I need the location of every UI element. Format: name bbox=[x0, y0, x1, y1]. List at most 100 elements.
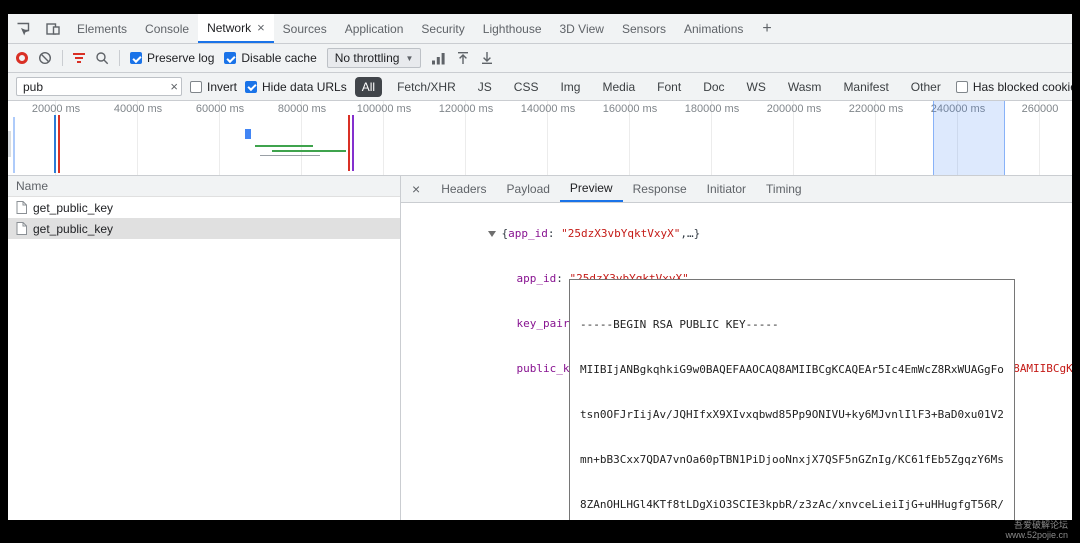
import-har-icon[interactable] bbox=[456, 51, 470, 65]
timeline-tick: 160000 ms bbox=[603, 101, 657, 175]
network-overview-timeline[interactable]: 20000 ms 40000 ms 60000 ms 80000 ms 1000… bbox=[8, 101, 1072, 176]
tab-label: Application bbox=[344, 21, 404, 36]
type-filter-wasm[interactable]: Wasm bbox=[781, 77, 829, 97]
document-icon bbox=[16, 222, 27, 235]
tab-network[interactable]: Network × bbox=[198, 14, 274, 43]
request-row-selected[interactable]: get_public_key bbox=[8, 218, 400, 239]
throttling-select[interactable]: No throttling ▼ bbox=[326, 48, 422, 68]
tab-3d-view[interactable]: 3D View bbox=[551, 14, 613, 43]
requests-pane: Name get_public_key get_public_key bbox=[8, 176, 401, 520]
devtools-tab-bar: Elements Console Network × Sources Appli… bbox=[8, 14, 1072, 44]
disable-cache-checkbox[interactable]: Disable cache bbox=[224, 51, 317, 65]
timeline-selection-region[interactable] bbox=[933, 101, 1005, 175]
tab-label: Lighthouse bbox=[482, 21, 542, 36]
toolbar-separator bbox=[62, 50, 63, 66]
checkbox-unchecked bbox=[955, 80, 968, 93]
checkbox-checked bbox=[224, 52, 237, 64]
tab-application[interactable]: Application bbox=[336, 14, 413, 43]
timeline-tick: 140000 ms bbox=[521, 101, 575, 175]
timeline-tick: 40000 ms bbox=[114, 101, 162, 175]
waterfall-activity-bar bbox=[352, 115, 354, 171]
request-details-pane: × Headers Payload Preview Response Initi… bbox=[401, 176, 1072, 520]
tab-console[interactable]: Console bbox=[136, 14, 198, 43]
timeline-tick: 260000 bbox=[1022, 101, 1058, 175]
type-filter-css[interactable]: CSS bbox=[507, 77, 546, 97]
tab-response[interactable]: Response bbox=[623, 176, 697, 202]
invert-checkbox[interactable]: Invert bbox=[190, 80, 237, 94]
clear-network-log-icon[interactable] bbox=[38, 51, 52, 65]
tab-animations[interactable]: Animations bbox=[675, 14, 752, 43]
details-tab-bar: × Headers Payload Preview Response Initi… bbox=[401, 176, 1072, 203]
type-filter-js[interactable]: JS bbox=[471, 77, 499, 97]
request-row[interactable]: get_public_key bbox=[8, 197, 400, 218]
filter-input[interactable] bbox=[16, 77, 182, 96]
watermark-line: 吾爱破解论坛 bbox=[1013, 520, 1068, 530]
tab-elements[interactable]: Elements bbox=[68, 14, 136, 43]
search-icon[interactable] bbox=[95, 51, 109, 65]
network-toolbar: Preserve log Disable cache No throttling… bbox=[8, 44, 1072, 73]
disable-cache-label: Disable cache bbox=[241, 51, 317, 65]
close-tab-icon[interactable]: × bbox=[257, 20, 265, 35]
type-filter-img[interactable]: Img bbox=[553, 77, 587, 97]
type-filter-other[interactable]: Other bbox=[904, 77, 948, 97]
name-column-header[interactable]: Name bbox=[8, 176, 400, 197]
close-details-icon[interactable]: × bbox=[401, 176, 431, 202]
devtools-window: Elements Console Network × Sources Appli… bbox=[8, 14, 1072, 520]
tab-sources[interactable]: Sources bbox=[274, 14, 336, 43]
waterfall-activity-bar bbox=[255, 145, 313, 147]
type-filter-media[interactable]: Media bbox=[595, 77, 642, 97]
filter-toggle-icon[interactable] bbox=[73, 53, 85, 63]
has-blocked-cookies-checkbox[interactable]: Has blocked cookies bbox=[955, 80, 1072, 94]
timeline-tick: 180000 ms bbox=[685, 101, 739, 175]
load-event-marker bbox=[348, 115, 350, 171]
timeline-tick: 220000 ms bbox=[849, 101, 903, 175]
request-name: get_public_key bbox=[33, 221, 114, 236]
more-tabs-button[interactable]: + bbox=[752, 14, 781, 43]
tab-headers[interactable]: Headers bbox=[431, 176, 496, 202]
tab-timing[interactable]: Timing bbox=[756, 176, 812, 202]
hide-data-urls-checkbox[interactable]: Hide data URLs bbox=[245, 80, 347, 94]
tab-preview[interactable]: Preview bbox=[559, 176, 623, 202]
network-content: Name get_public_key get_public_key × Hea… bbox=[8, 176, 1072, 520]
timeline-tick: 120000 ms bbox=[439, 101, 493, 175]
device-toolbar-icon[interactable] bbox=[38, 14, 68, 43]
waterfall-activity-bar bbox=[260, 155, 320, 156]
expand-triangle-icon[interactable] bbox=[488, 231, 497, 237]
load-event-marker bbox=[58, 115, 60, 173]
request-name: get_public_key bbox=[33, 200, 114, 215]
document-icon bbox=[16, 201, 27, 214]
json-root-node[interactable]: {app_id: "25dzX3vbYqktVxyX",…} bbox=[401, 211, 1072, 256]
json-key: app_id bbox=[508, 227, 548, 240]
network-conditions-icon[interactable] bbox=[431, 52, 446, 65]
export-har-icon[interactable] bbox=[480, 51, 494, 65]
dom-content-loaded-marker bbox=[54, 115, 56, 173]
preserve-log-checkbox[interactable]: Preserve log bbox=[130, 51, 214, 65]
tab-label: Console bbox=[145, 21, 190, 36]
tab-initiator[interactable]: Initiator bbox=[697, 176, 756, 202]
inspect-element-icon[interactable] bbox=[8, 14, 38, 43]
tooltip-line: MIIBIjANBgkqhkiG9w0BAQEFAAOCAQ8AMIIBCgKC… bbox=[580, 363, 1004, 376]
full-value-tooltip: -----BEGIN RSA PUBLIC KEY----- MIIBIjANB… bbox=[569, 279, 1015, 520]
screenshot-frame: Elements Console Network × Sources Appli… bbox=[0, 0, 1080, 543]
tab-label: Security bbox=[421, 21, 465, 36]
type-filter-fetch-xhr[interactable]: Fetch/XHR bbox=[390, 77, 463, 97]
type-filter-manifest[interactable]: Manifest bbox=[836, 77, 895, 97]
type-filter-all[interactable]: All bbox=[354, 76, 383, 97]
tab-label: Network bbox=[207, 20, 252, 35]
chevron-down-icon: ▼ bbox=[405, 53, 414, 63]
type-filter-ws[interactable]: WS bbox=[740, 77, 773, 97]
preserve-log-label: Preserve log bbox=[147, 51, 215, 65]
waterfall-activity-bar bbox=[13, 117, 15, 173]
network-filter-bar: × Invert Hide data URLs All Fetch/XHR JS… bbox=[8, 73, 1072, 101]
type-filter-doc[interactable]: Doc bbox=[696, 77, 731, 97]
tab-payload[interactable]: Payload bbox=[497, 176, 560, 202]
type-filter-font[interactable]: Font bbox=[650, 77, 688, 97]
tab-security[interactable]: Security bbox=[412, 14, 473, 43]
tab-label: Sensors bbox=[621, 21, 666, 36]
clear-filter-icon[interactable]: × bbox=[170, 79, 178, 94]
watermark-line: www.52pojie.cn bbox=[1005, 530, 1068, 540]
tab-sensors[interactable]: Sensors bbox=[613, 14, 675, 43]
record-network-log-button[interactable] bbox=[16, 52, 28, 64]
tab-lighthouse[interactable]: Lighthouse bbox=[474, 14, 551, 43]
checkbox-checked bbox=[130, 52, 142, 64]
